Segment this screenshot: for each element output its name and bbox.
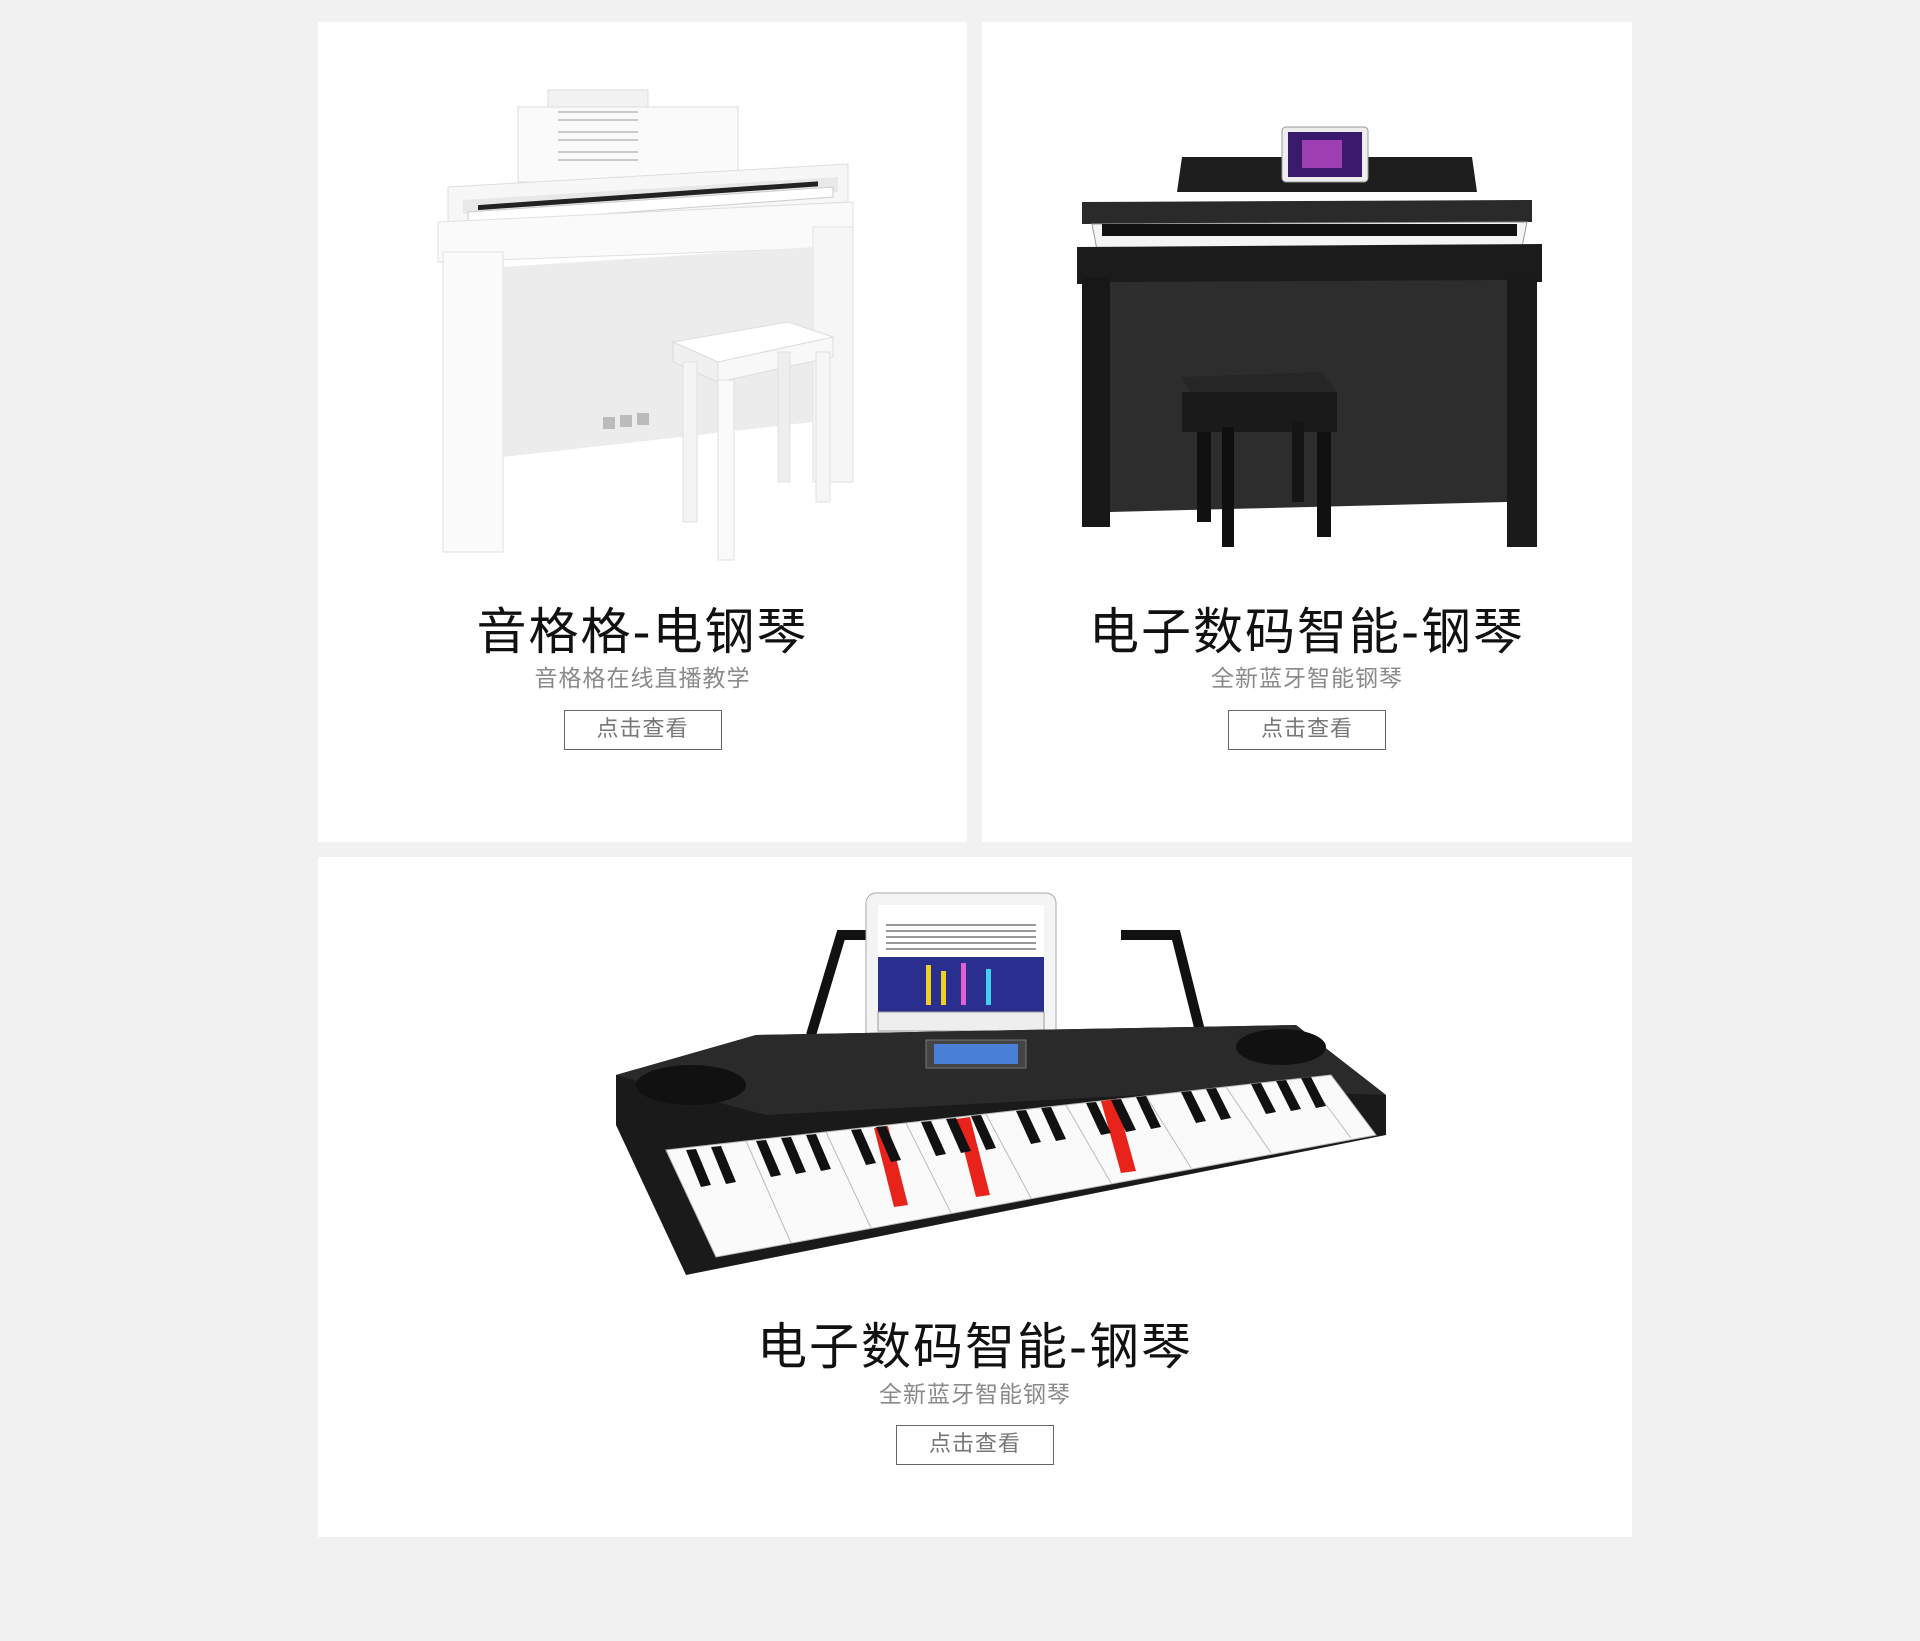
product-card-electronic-keyboard: 电子数码智能-钢琴 全新蓝牙智能钢琴 点击查看 [318, 857, 1632, 1537]
product-subtitle: 音格格在线直播教学 [534, 666, 751, 692]
product-subtitle: 全新蓝牙智能钢琴 [879, 1382, 1071, 1408]
view-details-button[interactable]: 点击查看 [896, 1425, 1054, 1465]
electronic-keyboard-image[interactable] [596, 885, 1396, 1275]
product-title[interactable]: 电子数码智能-钢琴 [982, 592, 1632, 664]
view-details-button[interactable]: 点击查看 [1228, 710, 1386, 750]
black-digital-piano-image[interactable] [1052, 122, 1562, 572]
product-title[interactable]: 音格格-电钢琴 [318, 592, 967, 664]
product-subtitle: 全新蓝牙智能钢琴 [1211, 666, 1403, 692]
product-card-black-piano: 电子数码智能-钢琴 全新蓝牙智能钢琴 点击查看 [982, 22, 1632, 842]
view-details-button[interactable]: 点击查看 [563, 710, 722, 750]
white-digital-piano-image[interactable] [408, 52, 868, 572]
product-card-white-piano: 音格格-电钢琴 音格格在线直播教学 点击查看 [318, 22, 967, 842]
product-title[interactable]: 电子数码智能-钢琴 [318, 1307, 1632, 1379]
